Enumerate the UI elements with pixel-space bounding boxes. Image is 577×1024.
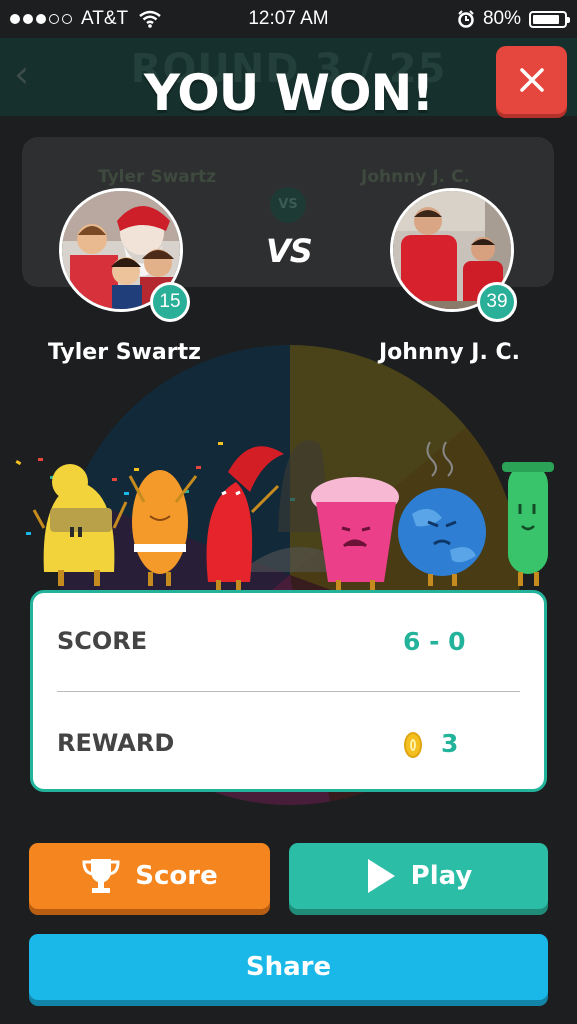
player-name-left: Tyler Swartz [48,340,201,365]
trophy-icon [82,859,120,893]
reward-label: REWARD [57,729,175,757]
share-button-label: Share [245,952,332,982]
result-title: YOU WON! [143,64,434,122]
battery-icon [529,10,570,28]
close-icon [519,68,544,92]
player-level-badge-right: 39 [477,282,517,322]
category-characters-illustration [15,440,554,590]
play-button-label: Play [410,861,473,891]
background-player2-name: Johnny J. C. [361,167,470,187]
green-test-tube-character [502,462,554,586]
reward-value: 3 [441,729,459,758]
vs-label: VS [266,232,313,270]
score-button[interactable]: Score [29,843,270,909]
coin-icon [404,732,422,758]
score-value: 6 - 0 [403,627,466,656]
result-card: SCORE 6 - 0 REWARD 3 [30,590,547,792]
result-divider [57,691,520,692]
player-name-right: Johnny J. C. [379,340,520,365]
orange-football-character [128,470,198,586]
yellow-knight-character [32,464,128,586]
close-button[interactable] [496,46,567,114]
player-level-badge-left: 15 [150,282,190,322]
battery-percent: 80% [482,8,521,29]
play-icon [367,859,395,893]
score-label: SCORE [57,627,148,655]
alarm-clock-icon [458,10,474,28]
background-vs-badge: VS [270,187,306,223]
status-bar: AT&T 12:07 AM 80% [0,0,577,38]
blue-globe-character [398,441,486,586]
score-button-label: Score [135,861,218,891]
pink-popcorn-character [311,477,399,590]
play-button[interactable]: Play [289,843,548,909]
share-button[interactable]: Share [29,934,548,1000]
background-player1-name: Tyler Swartz [98,167,217,187]
